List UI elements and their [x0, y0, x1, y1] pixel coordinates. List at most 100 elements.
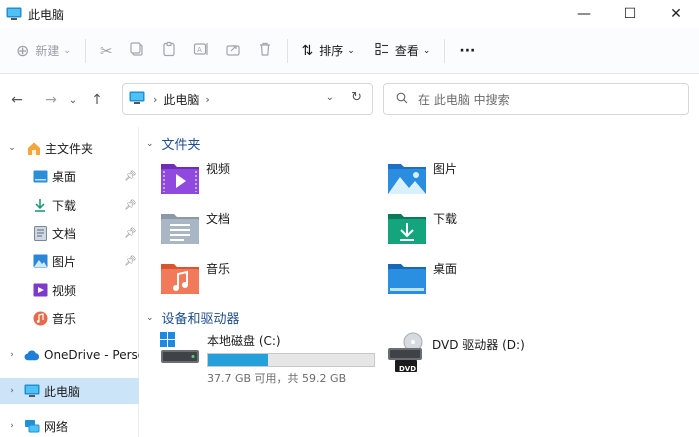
windows-drive-icon — [160, 332, 202, 366]
minimize-button[interactable]: — — [561, 0, 607, 28]
view-icon — [375, 42, 389, 59]
view-button[interactable]: 查看 ⌄ — [367, 35, 439, 67]
sidebar-item-label: 主文件夹 — [45, 141, 94, 156]
document-icon — [32, 225, 48, 241]
sidebar-item-label: 下载 — [52, 198, 77, 213]
folder-name: 音乐 — [206, 261, 231, 276]
copy-button[interactable] — [121, 35, 153, 67]
up-button[interactable]: ↑ — [84, 86, 110, 114]
pin-icon: 📌︎ — [124, 199, 137, 211]
divider — [84, 38, 86, 63]
chevron-right-icon[interactable]: › — [6, 421, 18, 431]
sidebar-item-music[interactable]: 音乐 — [0, 305, 139, 331]
dvd-drive-icon: DVD — [387, 332, 429, 374]
sort-label: 排序 — [319, 44, 344, 58]
drive-d[interactable]: DVD DVD 驱动器 (D:) — [387, 332, 525, 374]
folder-downloads[interactable]: 下载 — [387, 211, 457, 245]
videos-folder-icon — [160, 161, 200, 195]
copy-icon — [129, 41, 145, 60]
new-button[interactable]: ⊕ 新建 ⌄ — [8, 35, 79, 67]
music-icon — [32, 310, 48, 326]
drive-usage-bar — [207, 353, 375, 367]
folder-desktop[interactable]: 桌面 — [387, 261, 457, 295]
search-placeholder: 在 此电脑 中搜索 — [418, 92, 510, 107]
share-button[interactable] — [217, 35, 249, 67]
section-title: 文件夹 — [161, 138, 201, 153]
chevron-down-icon[interactable]: ⌄ — [6, 143, 18, 153]
maximize-icon: ☐ — [623, 6, 637, 22]
address-bar[interactable]: › 此电脑 › ⌄ ↻ — [122, 83, 373, 115]
arrow-left-icon: ← — [11, 92, 23, 108]
drive-name: DVD 驱动器 (D:) — [432, 338, 525, 352]
close-button[interactable]: ✕ — [653, 0, 699, 28]
folder-name: 视频 — [206, 161, 231, 176]
documents-folder-icon — [160, 211, 200, 245]
folder-documents[interactable]: 文档 — [160, 211, 230, 245]
folder-name: 桌面 — [433, 261, 458, 276]
forward-button[interactable]: → — [38, 86, 64, 114]
refresh-icon[interactable]: ↻ — [351, 90, 362, 105]
new-label: 新建 — [35, 44, 60, 58]
sidebar-item-documents[interactable]: 文档 📌︎ — [0, 220, 139, 246]
chevron-down-icon: ⌄ — [422, 45, 431, 56]
sidebar-item-desktop[interactable]: 桌面 📌︎ — [0, 163, 139, 189]
breadcrumb-separator-icon[interactable]: › — [205, 93, 209, 106]
pictures-folder-icon — [387, 161, 427, 195]
drive-free-space: 37.7 GB 可用，共 59.2 GB — [207, 372, 347, 385]
network-icon — [24, 418, 40, 434]
this-pc-icon — [24, 383, 40, 399]
sidebar-item-label: 桌面 — [52, 169, 77, 184]
sidebar-item-pictures[interactable]: 图片 📌︎ — [0, 248, 139, 274]
chevron-down-icon[interactable]: ⌄ — [326, 92, 334, 103]
folder-name: 图片 — [433, 161, 458, 176]
cut-icon: ✂ — [99, 41, 113, 60]
sidebar-item-downloads[interactable]: 下载 📌︎ — [0, 192, 139, 218]
download-icon — [32, 197, 48, 213]
chevron-right-icon[interactable]: › — [6, 386, 18, 396]
content-pane: ⌄ 文件夹 视频 图片 文档 下载 音乐 桌面 ⌄ 设备和驱动器 本地磁盘 (C… — [140, 127, 699, 437]
chevron-down-icon: ⌄ — [63, 45, 71, 56]
this-pc-icon — [129, 91, 145, 108]
this-pc-icon — [6, 7, 22, 21]
chevron-right-icon[interactable]: › — [6, 350, 18, 360]
folder-music[interactable]: 音乐 — [160, 261, 230, 295]
delete-button[interactable] — [249, 35, 281, 67]
sidebar-item-network[interactable]: › 网络 — [0, 413, 139, 437]
sidebar-item-label: 网络 — [44, 419, 69, 434]
chevron-down-icon: ⌄ — [146, 138, 154, 149]
breadcrumb-separator-icon: › — [153, 92, 158, 106]
sidebar-item-videos[interactable]: 视频 — [0, 277, 139, 303]
folder-pictures[interactable]: 图片 — [387, 161, 457, 195]
home-icon — [26, 140, 42, 156]
close-icon: ✕ — [670, 6, 682, 22]
more-button[interactable]: ··· — [451, 35, 483, 67]
cut-button[interactable]: ✂ — [92, 35, 121, 67]
window-title: 此电脑 — [28, 7, 65, 22]
breadcrumb-this-pc[interactable]: 此电脑 — [163, 91, 199, 108]
dvd-badge: DVD — [399, 365, 417, 373]
recent-locations-button[interactable]: ⌄ — [64, 86, 82, 114]
title-bar: 此电脑 — ☐ ✕ — [0, 0, 699, 28]
folder-name: 下载 — [433, 211, 458, 226]
sidebar-item-this-pc[interactable]: › 此电脑 — [0, 378, 139, 404]
pin-icon: 📌︎ — [124, 255, 137, 267]
drive-c[interactable]: 本地磁盘 (C:) 37.7 GB 可用，共 59.2 GB — [160, 332, 375, 386]
search-box[interactable]: 在 此电脑 中搜索 — [383, 83, 689, 115]
drive-name: 本地磁盘 (C:) — [207, 334, 281, 348]
sidebar-item-label: 图片 — [52, 254, 77, 269]
sort-button[interactable]: ⇅ 排序 ⌄ — [294, 35, 363, 67]
devices-section-header[interactable]: ⌄ 设备和驱动器 — [146, 308, 240, 327]
music-folder-icon — [160, 261, 200, 295]
folders-section-header[interactable]: ⌄ 文件夹 — [146, 134, 201, 153]
back-button[interactable]: ← — [4, 86, 30, 114]
desktop-folder-icon — [387, 261, 427, 295]
sidebar-item-home[interactable]: ⌄ 主文件夹 — [0, 135, 139, 161]
maximize-button[interactable]: ☐ — [607, 0, 653, 28]
pictures-icon — [32, 253, 48, 269]
folder-videos[interactable]: 视频 — [160, 161, 230, 195]
pin-icon: 📌︎ — [124, 170, 137, 182]
sidebar-item-onedrive[interactable]: › OneDrive - Persor — [0, 342, 139, 368]
paste-button[interactable] — [153, 35, 185, 67]
rename-button[interactable]: A — [185, 35, 217, 67]
desktop-folder-icon — [32, 168, 48, 184]
